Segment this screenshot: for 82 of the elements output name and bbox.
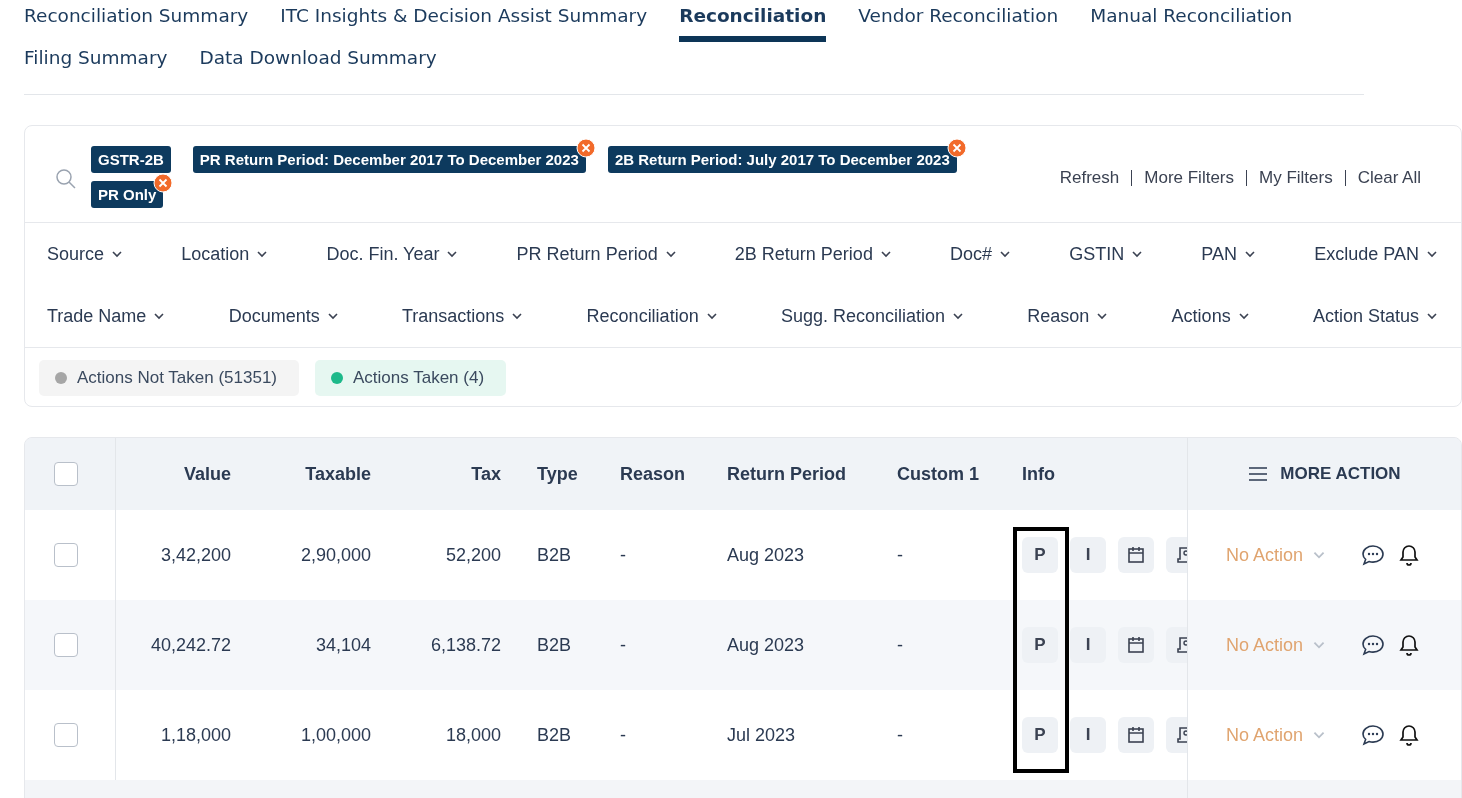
nav-tab[interactable]: Reconciliation — [679, 0, 827, 42]
table-cell-text: 40,242.72 — [149, 634, 231, 656]
filter-dropdown[interactable]: Transactions — [401, 305, 525, 327]
select-all-checkbox[interactable] — [54, 462, 78, 486]
filter-link[interactable]: More Filters — [1131, 170, 1246, 186]
info-badge[interactable]: I — [1070, 537, 1106, 573]
row-checkbox[interactable] — [54, 543, 78, 567]
filter-dropdown[interactable]: Reason — [1027, 305, 1110, 327]
bell-icon[interactable] — [1399, 544, 1420, 566]
column-header: Taxable — [304, 463, 371, 485]
table-cell-text: Jul 2023 — [727, 724, 797, 746]
table-cell-text: Aug 2023 — [727, 634, 806, 656]
info-badge[interactable]: I — [1070, 717, 1106, 753]
filter-link[interactable]: Clear All — [1344, 170, 1433, 186]
filter-dropdown[interactable]: Actions — [1171, 305, 1251, 327]
table-cell-text: Aug 2023 — [727, 544, 806, 566]
filter-link[interactable]: My Filters — [1246, 170, 1345, 186]
menu-icon[interactable] — [1248, 466, 1269, 482]
filter-dropdown[interactable]: Source — [47, 243, 125, 265]
filter-dropdown[interactable]: Reconciliation — [586, 305, 719, 327]
chat-icon[interactable] — [1361, 544, 1386, 566]
table-cell-text: - — [620, 544, 627, 566]
filter-dropdown[interactable]: Doc# — [950, 243, 1013, 265]
table-cell-text: 3,42,200 — [159, 544, 231, 566]
table-cell-text: 18,000 — [444, 724, 501, 746]
more-action-header: MORE ACTION — [1280, 464, 1401, 484]
bell-icon[interactable] — [1399, 724, 1420, 746]
table-cell-text: - — [620, 724, 627, 746]
status-pill[interactable]: Actions Taken (4) — [315, 360, 507, 396]
column-header: Info — [1022, 463, 1056, 485]
filter-dropdown[interactable]: Location — [181, 243, 270, 265]
filter-dropdown[interactable]: Exclude PAN — [1314, 243, 1439, 265]
bell-icon[interactable] — [1399, 634, 1420, 656]
filter-dropdown[interactable]: Action Status — [1312, 305, 1439, 327]
filter-dropdown[interactable]: Sugg. Reconciliation — [780, 305, 966, 327]
column-header: Value — [182, 463, 231, 485]
calendar-icon[interactable] — [1118, 627, 1154, 663]
column-header: Custom 1 — [897, 463, 980, 485]
nav-tab[interactable]: Reconciliation Summary — [24, 0, 249, 42]
info-badge[interactable]: P — [1022, 537, 1058, 573]
filter-dropdown[interactable]: 2B Return Period — [734, 243, 893, 265]
filter-dropdown[interactable]: PR Return Period — [516, 243, 678, 265]
search-icon[interactable] — [55, 168, 77, 190]
table-cell-text: 2,90,000 — [299, 544, 371, 566]
info-badge[interactable]: P — [1022, 717, 1058, 753]
chat-icon[interactable] — [1361, 634, 1386, 656]
table-cell-text: B2B — [536, 634, 573, 656]
nav-tab[interactable]: Manual Reconciliation — [1090, 0, 1293, 42]
table-cell-text: B2B — [536, 724, 573, 746]
row-checkbox[interactable] — [54, 633, 78, 657]
filter-link[interactable]: Refresh — [1047, 170, 1132, 186]
nav-tab[interactable]: Data Download Summary — [199, 42, 437, 84]
table-cell-text: - — [897, 634, 904, 656]
info-badge[interactable]: P — [1022, 627, 1058, 663]
nav-tab[interactable]: Filing Summary — [24, 42, 168, 84]
nav-tab[interactable]: Vendor Reconciliation — [858, 0, 1059, 42]
column-header: Return Period — [727, 463, 847, 485]
row-checkbox[interactable] — [54, 723, 78, 747]
filter-chip: GSTR-2B — [91, 146, 171, 173]
table-cell-text: 52,200 — [444, 544, 501, 566]
status-pill[interactable]: Actions Not Taken (51351) — [39, 360, 300, 396]
calendar-icon[interactable] — [1118, 717, 1154, 753]
column-header: Reason — [620, 463, 687, 485]
nav-tab[interactable]: ITC Insights & Decision Assist Summary — [280, 0, 648, 42]
calendar-icon[interactable] — [1118, 537, 1154, 573]
chat-icon[interactable] — [1361, 724, 1386, 746]
table-cell-text: - — [897, 724, 904, 746]
table-cell-text: B2B — [536, 544, 573, 566]
table-cell-text: 1,00,000 — [299, 724, 371, 746]
table-cell-text: 34,104 — [314, 634, 371, 656]
table-cell-text: 1,18,000 — [159, 724, 231, 746]
filter-dropdown[interactable]: Documents — [228, 305, 340, 327]
filter-dropdown[interactable]: PAN — [1201, 243, 1258, 265]
table-cell-text: - — [897, 544, 904, 566]
filter-dropdown[interactable]: Doc. Fin. Year — [326, 243, 460, 265]
filter-dropdown[interactable]: GSTIN — [1069, 243, 1145, 265]
filter-dropdown[interactable]: Trade Name — [47, 305, 167, 327]
column-header: Tax — [470, 463, 501, 485]
table-cell-text: - — [620, 634, 627, 656]
column-header: Type — [536, 463, 579, 485]
table-cell-text: 6,138.72 — [429, 634, 501, 656]
info-badge[interactable]: I — [1070, 627, 1106, 663]
